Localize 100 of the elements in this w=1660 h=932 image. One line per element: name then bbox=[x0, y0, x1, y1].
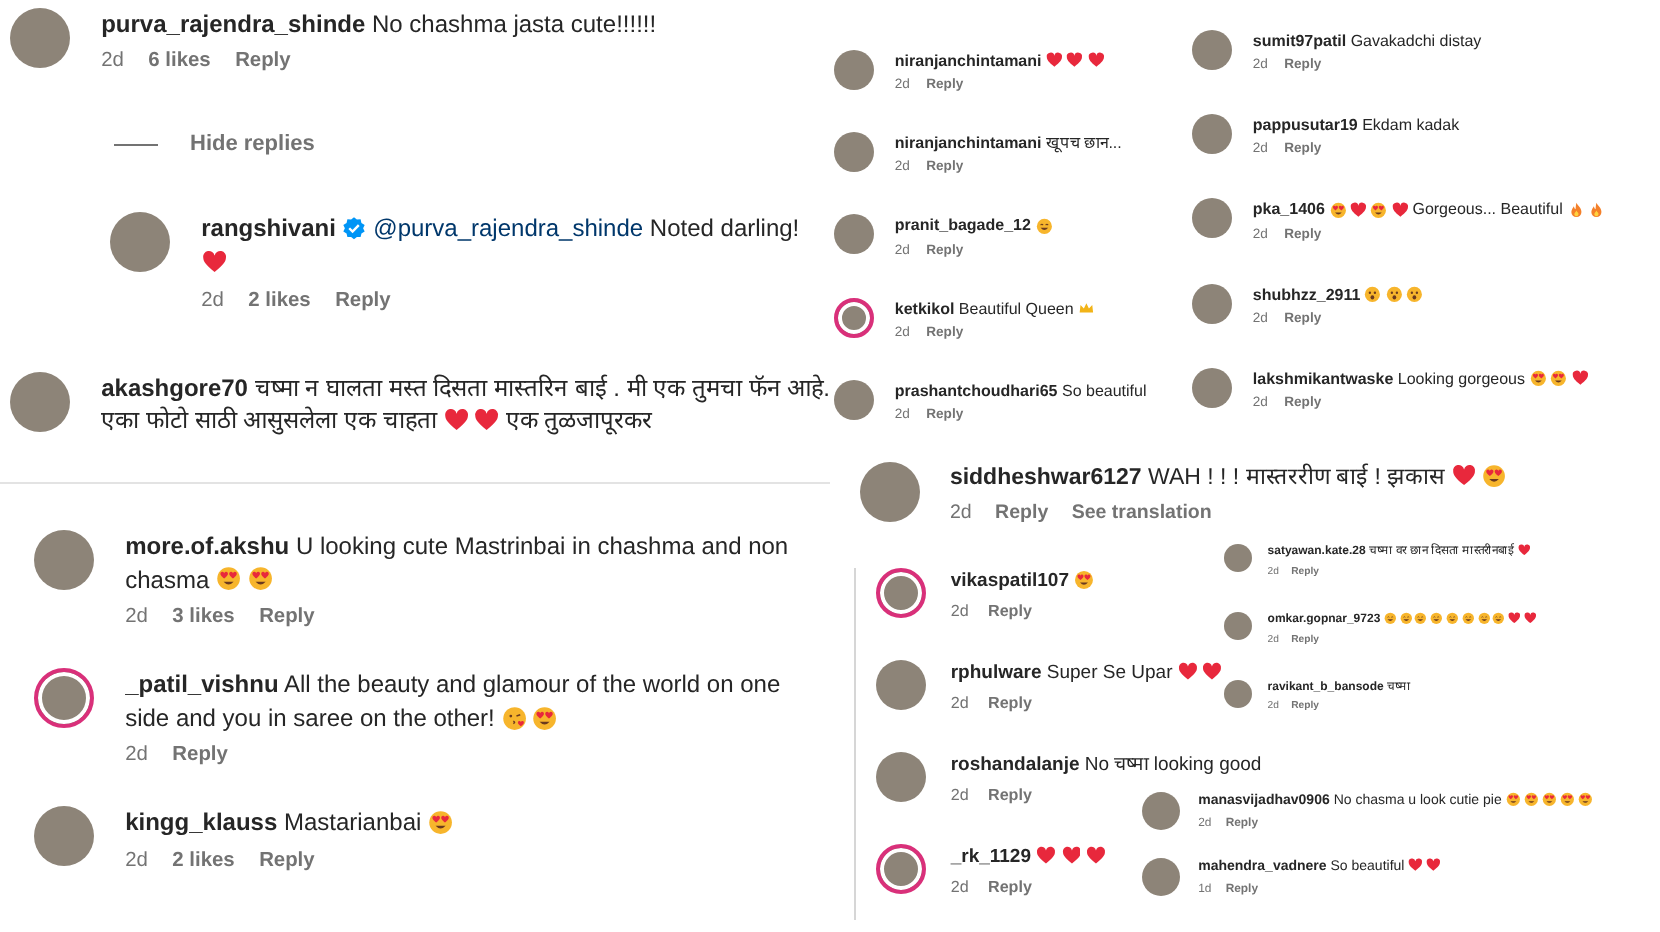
heart-eyes-face-icon bbox=[1560, 792, 1575, 807]
likes-link[interactable]: 3 likes bbox=[172, 606, 235, 629]
heart-icon bbox=[1036, 845, 1057, 865]
username[interactable]: pranit_bagade_12 bbox=[894, 216, 1031, 235]
avatar[interactable] bbox=[1192, 114, 1232, 155]
heart-icon bbox=[1085, 845, 1106, 865]
likes-link[interactable]: 6 likes bbox=[148, 50, 211, 73]
mention-link[interactable]: @purva_rajendra_shinde bbox=[373, 214, 644, 243]
avatar[interactable] bbox=[1142, 792, 1180, 830]
reply-button[interactable]: Reply bbox=[988, 877, 1032, 896]
avatar[interactable] bbox=[876, 751, 926, 802]
comment-text: sumit97patil Gavakadchi distay bbox=[1252, 30, 1482, 53]
comment-text: roshandalanje No चष्मा looking good bbox=[950, 751, 1262, 779]
smiling-face-icon bbox=[1035, 217, 1053, 234]
surprised-face-icon bbox=[1364, 285, 1382, 303]
heart-icon bbox=[1571, 369, 1588, 387]
avatar[interactable] bbox=[834, 50, 874, 90]
reply-button[interactable]: Reply bbox=[259, 849, 315, 872]
heart-icon bbox=[474, 407, 500, 433]
username[interactable]: sumit97patil bbox=[1252, 32, 1347, 50]
username[interactable]: akashgore70 bbox=[101, 373, 248, 402]
heart-icon bbox=[201, 249, 227, 275]
heart-eyes-face-icon bbox=[1529, 369, 1547, 387]
avatar[interactable] bbox=[834, 379, 874, 420]
see-translation-link[interactable]: See translation bbox=[1071, 502, 1212, 525]
heart-eyes-face-icon bbox=[215, 566, 242, 592]
heart-eyes-face-icon bbox=[1370, 201, 1388, 218]
heart-eyes-face-icon bbox=[1481, 464, 1506, 489]
comment-text: kingg_klauss Mastarianbai bbox=[125, 806, 460, 841]
reply-button[interactable]: Reply bbox=[995, 502, 1049, 525]
username[interactable]: prashantchoudhari65 bbox=[894, 381, 1058, 400]
comment-text: ketkikol Beautiful Queen bbox=[894, 297, 1099, 320]
avatar[interactable] bbox=[1192, 198, 1232, 239]
likes-link[interactable]: 2 likes bbox=[248, 289, 311, 312]
heart-icon bbox=[1350, 201, 1367, 218]
reply-button[interactable]: Reply bbox=[235, 50, 291, 73]
reply-button[interactable]: Reply bbox=[988, 693, 1032, 712]
avatar[interactable] bbox=[834, 297, 874, 338]
avatar[interactable] bbox=[834, 132, 874, 173]
comment-text: rangshivani @purva_rajendra_shinde Noted darling! bbox=[201, 212, 830, 280]
kiss-face-icon bbox=[501, 705, 527, 731]
comment-text: pappusutar19 Ekdam kadak bbox=[1252, 114, 1460, 137]
username[interactable]: roshandalanje bbox=[950, 753, 1080, 776]
comment-time: 2d bbox=[950, 877, 969, 896]
avatar[interactable] bbox=[1224, 679, 1252, 708]
heart-eyes-face-icon bbox=[1074, 569, 1095, 590]
comment-time: 2d bbox=[950, 601, 969, 620]
avatar[interactable] bbox=[834, 214, 874, 255]
avatar[interactable] bbox=[1192, 367, 1232, 408]
username[interactable]: niranjanchintamani bbox=[894, 134, 1042, 153]
username[interactable]: rangshivani bbox=[201, 214, 336, 243]
avatar[interactable] bbox=[34, 806, 94, 867]
comment-text: siddheshwar6127 WAH ! ! ! मास्तररीण बाई ! झकास bbox=[949, 462, 1512, 495]
comment-text: prashantchoudhari65 So beautiful bbox=[894, 379, 1147, 403]
username[interactable]: more.of.akshu bbox=[125, 532, 290, 560]
username[interactable]: lakshmikantwaske bbox=[1252, 369, 1394, 388]
username[interactable]: shubhzz_2911 bbox=[1252, 285, 1361, 304]
avatar[interactable] bbox=[1224, 544, 1252, 572]
avatar[interactable] bbox=[10, 8, 70, 68]
heart-eyes-face-icon bbox=[532, 705, 558, 731]
avatar[interactable] bbox=[1224, 611, 1252, 640]
avatar[interactable] bbox=[34, 668, 94, 729]
avatar[interactable] bbox=[34, 530, 94, 590]
avatar[interactable] bbox=[1192, 283, 1232, 324]
username[interactable]: _rk_1129 bbox=[950, 845, 1032, 868]
hide-replies-button[interactable]: Hide replies bbox=[190, 132, 315, 157]
avatar[interactable] bbox=[110, 212, 170, 273]
username[interactable]: siddheshwar6127 bbox=[949, 466, 1142, 490]
comment-text: rphulware Super Se Upar bbox=[950, 659, 1228, 687]
reply-button[interactable]: Reply bbox=[259, 606, 315, 629]
reply-button[interactable]: Reply bbox=[988, 601, 1032, 620]
username[interactable]: _patil_vishnu bbox=[125, 670, 279, 699]
heart-eyes-face-icon bbox=[1578, 792, 1594, 807]
avatar[interactable] bbox=[876, 843, 926, 894]
username[interactable]: rphulware bbox=[950, 661, 1042, 684]
username[interactable]: vikaspatil107 bbox=[950, 570, 1069, 592]
username[interactable]: niranjanchintamani bbox=[894, 52, 1042, 70]
avatar[interactable] bbox=[10, 371, 70, 432]
heart-icon bbox=[1451, 464, 1476, 489]
reply-button[interactable]: Reply bbox=[988, 785, 1032, 804]
reply-button[interactable]: Reply bbox=[335, 289, 391, 312]
surprised-face-icon bbox=[1385, 285, 1403, 303]
avatar[interactable] bbox=[876, 659, 926, 710]
username[interactable]: pappusutar19 bbox=[1252, 116, 1358, 135]
comment-text: lakshmikantwaske Looking gorgeous bbox=[1252, 367, 1592, 391]
avatar[interactable] bbox=[1142, 858, 1180, 896]
username[interactable]: purva_rajendra_shinde bbox=[101, 10, 366, 38]
avatar[interactable] bbox=[860, 462, 920, 522]
heart-icon bbox=[1202, 661, 1223, 682]
comment-time: 2d bbox=[125, 744, 148, 767]
reply-button[interactable]: Reply bbox=[172, 744, 228, 767]
avatar[interactable] bbox=[876, 568, 926, 618]
username[interactable]: ketkikol bbox=[894, 299, 955, 318]
username[interactable]: pka_1406 bbox=[1252, 200, 1325, 219]
username[interactable]: kingg_klauss bbox=[125, 808, 278, 837]
comment-text: purva_rajendra_shinde No chashma jasta cute!!!!!! bbox=[101, 8, 657, 42]
likes-link[interactable]: 2 likes bbox=[172, 849, 235, 872]
comment-time: 2d bbox=[949, 502, 972, 525]
avatar[interactable] bbox=[1192, 30, 1232, 70]
heart-eyes-face-icon bbox=[1542, 792, 1557, 807]
